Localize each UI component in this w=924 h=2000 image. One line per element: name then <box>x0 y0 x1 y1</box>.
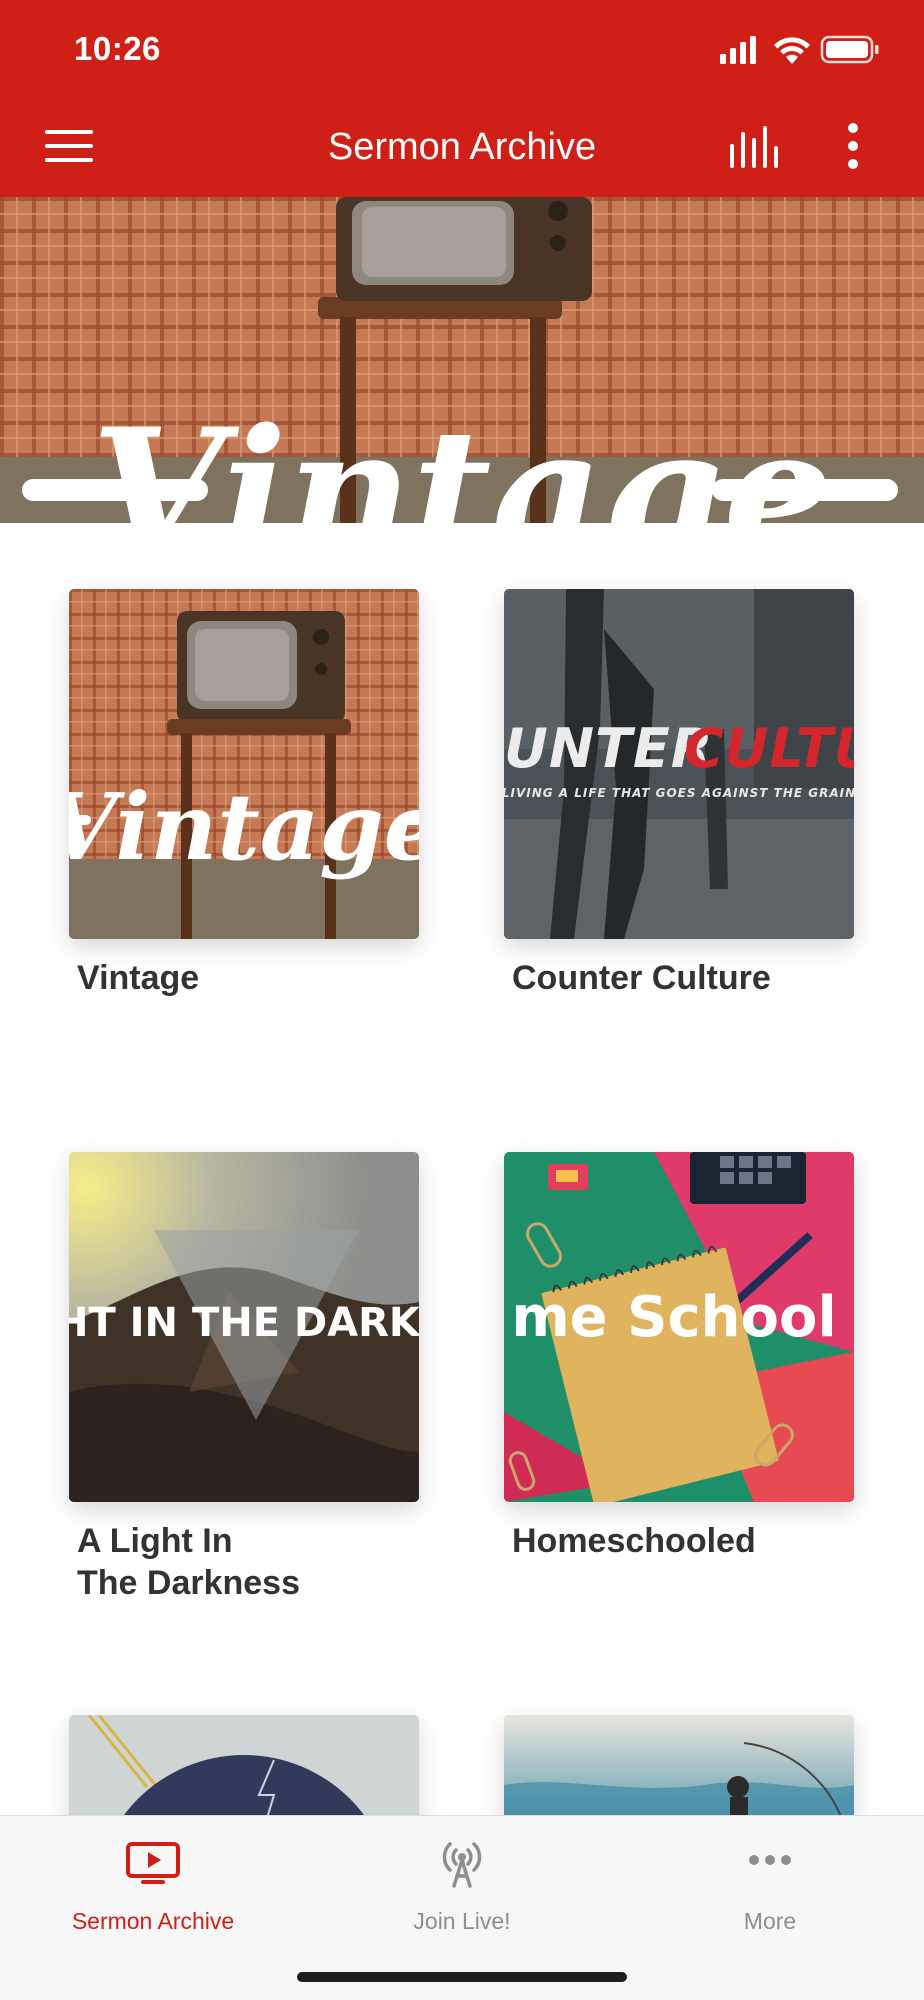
home-indicator[interactable] <box>297 1972 627 1982</box>
broadcast-icon <box>442 1842 482 1888</box>
wifi-icon <box>774 37 810 64</box>
status-time: 10:26 <box>74 30 161 67</box>
nav-label: Join Live! <box>413 1908 511 1934</box>
more-dots-icon <box>749 1855 791 1865</box>
hero-artwork: Vintage <box>0 197 924 523</box>
series-title[interactable]: Counter Culture <box>504 957 854 999</box>
tv-play-icon <box>126 1842 180 1884</box>
series-artwork[interactable] <box>69 1715 419 1825</box>
series-title-line-1: A Light In <box>77 1522 233 1560</box>
hero-title: Vintage <box>91 390 832 523</box>
series-title-line-2: The Darkness <box>77 1564 300 1602</box>
app-header: 10:26 Sermon Archive <box>0 0 924 197</box>
series-artwork[interactable]: IGHT IN THE DARKNE <box>69 1152 419 1502</box>
series-card-partial[interactable] <box>504 1715 854 1825</box>
nav-label: Sermon Archive <box>71 1908 235 1934</box>
status-icons <box>720 35 879 64</box>
series-artwork[interactable]: Vintage <box>69 589 419 939</box>
series-artwork[interactable] <box>504 1715 854 1825</box>
nav-join-live[interactable]: Join Live! <box>342 1838 582 1935</box>
svg-text:LIVING A LIFE THAT GOES AGAINS: LIVING A LIFE THAT GOES AGAINST THE GRAI… <box>504 786 854 800</box>
battery-icon <box>820 35 879 64</box>
series-title[interactable]: Vintage <box>69 957 419 999</box>
series-card-partial[interactable] <box>69 1715 419 1825</box>
series-card-light-in-the-darkness[interactable]: IGHT IN THE DARKNE A Light In The Darkne… <box>69 1152 419 1604</box>
series-card-vintage[interactable]: Vintage Vintage <box>69 589 419 999</box>
series-card-counter-culture[interactable]: UNTER CULTU LIVING A LIFE THAT GOES AGAI… <box>504 589 854 999</box>
nav-label: More <box>743 1908 797 1934</box>
nav-more[interactable]: More <box>650 1838 890 1935</box>
series-artwork[interactable]: me School <box>504 1152 854 1502</box>
more-vertical-icon[interactable] <box>836 122 870 174</box>
svg-text:me School: me School <box>511 1285 836 1350</box>
series-title[interactable]: A Light In The Darkness <box>69 1520 419 1604</box>
nav-sermon-archive[interactable]: Sermon Archive <box>33 1838 273 1935</box>
cellular-signal-icon <box>720 36 756 64</box>
svg-text:UNTER: UNTER <box>504 717 713 780</box>
svg-text:CULTU: CULTU <box>684 717 854 780</box>
svg-text:IGHT IN THE DARKNE: IGHT IN THE DARKNE <box>69 1300 419 1346</box>
series-card-homeschooled[interactable]: me School Homeschooled <box>504 1152 854 1562</box>
svg-text:Vintage: Vintage <box>69 773 419 881</box>
series-artwork[interactable]: UNTER CULTU LIVING A LIFE THAT GOES AGAI… <box>504 589 854 939</box>
series-title[interactable]: Homeschooled <box>504 1520 854 1562</box>
audio-bars-icon[interactable] <box>726 126 786 170</box>
hero-banner[interactable]: Vintage <box>0 197 924 523</box>
